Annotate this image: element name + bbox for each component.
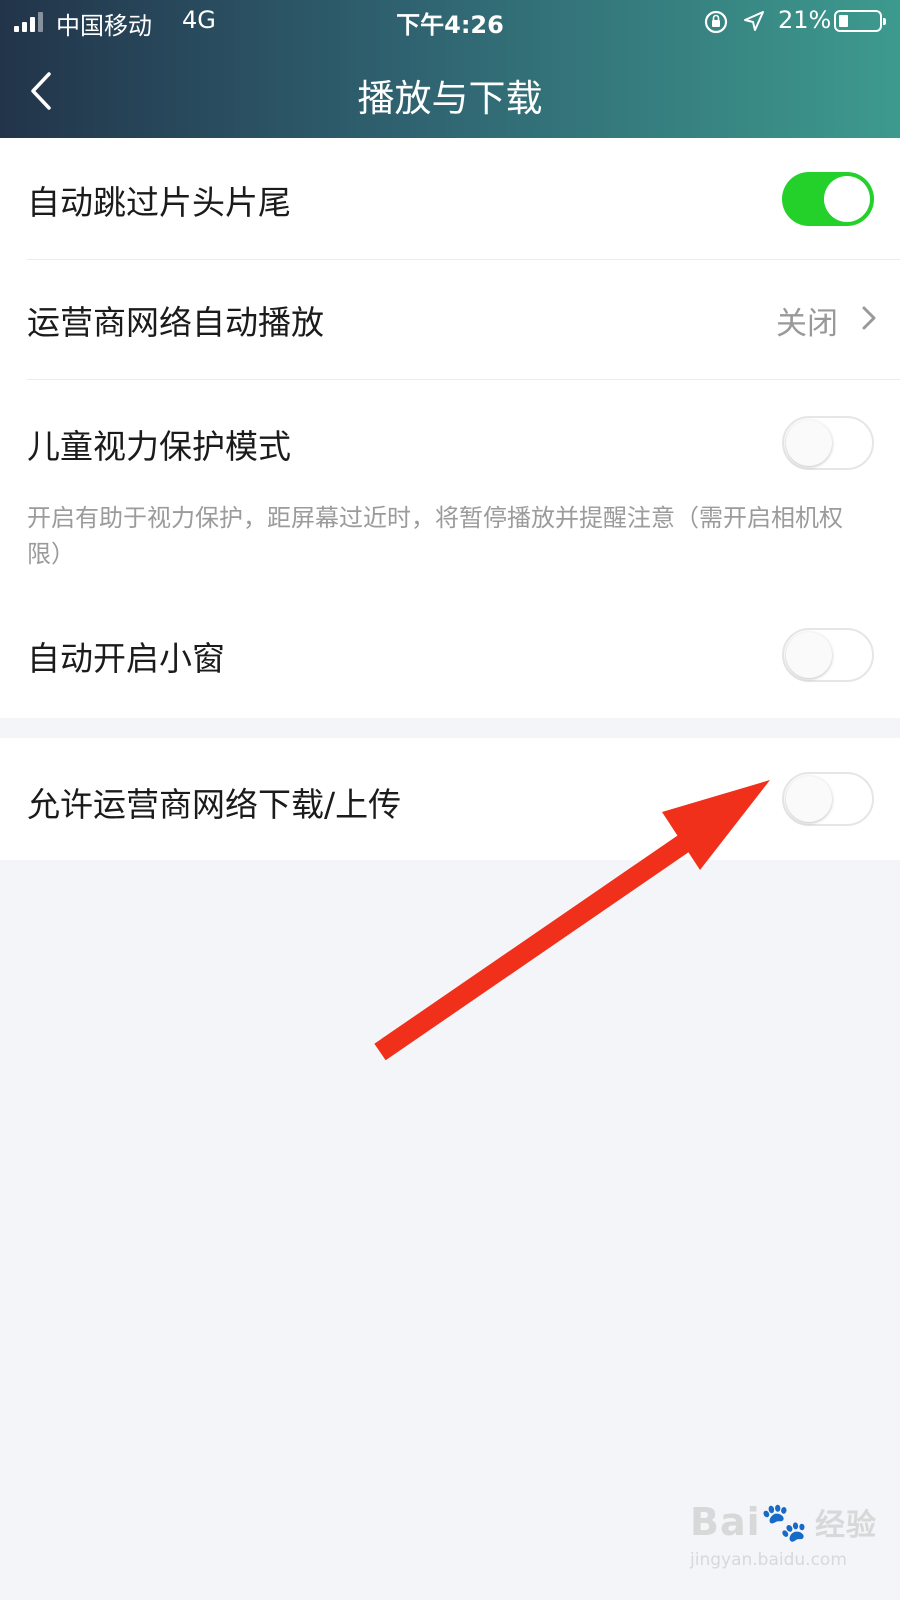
setting-label: 自动开启小窗 — [27, 639, 225, 678]
watermark-url: jingyan.baidu.com — [690, 1550, 847, 1570]
setting-label: 允许运营商网络下载/上传 — [27, 785, 402, 824]
paw-icon: 🐾 — [760, 1500, 809, 1544]
setting-hint: 开启有助于视力保护，距屏幕过近时，将暂停播放并提醒注意（需开启相机权限） — [27, 504, 843, 568]
setting-row-cellular-autoplay[interactable]: 运营商网络自动播放 关闭 — [0, 260, 900, 379]
download-settings-section: 允许运营商网络下载/上传 — [0, 738, 900, 860]
skip-intro-toggle[interactable] — [782, 172, 874, 226]
nav-bar: 播放与下载 — [0, 44, 900, 138]
setting-label: 运营商网络自动播放 — [27, 303, 324, 342]
chevron-right-icon — [862, 306, 876, 330]
cellular-download-toggle[interactable] — [782, 772, 874, 826]
playback-settings-section: 自动跳过片头片尾 运营商网络自动播放 关闭 儿童视力保护模式 开启有助于视力保护… — [0, 138, 900, 718]
setting-row-auto-pip[interactable]: 自动开启小窗 — [0, 580, 900, 718]
setting-row-cellular-download[interactable]: 允许运营商网络下载/上传 — [0, 738, 900, 860]
setting-value: 关闭 — [776, 306, 838, 342]
setting-row-child-eye-care[interactable]: 儿童视力保护模式 开启有助于视力保护，距屏幕过近时，将暂停播放并提醒注意（需开启… — [0, 380, 900, 580]
app-header: 中国移动 4G 下午4:26 21% 播放与下载 — [0, 0, 900, 138]
setting-label: 自动跳过片头片尾 — [27, 183, 291, 222]
location-arrow-icon — [744, 11, 764, 31]
battery-percent: 21% — [778, 6, 832, 34]
auto-pip-toggle[interactable] — [782, 628, 874, 682]
orientation-lock-icon — [704, 10, 728, 34]
setting-label: 儿童视力保护模式 — [27, 427, 291, 466]
setting-row-skip-intro[interactable]: 自动跳过片头片尾 — [0, 138, 900, 259]
battery-icon — [834, 10, 886, 32]
status-bar: 中国移动 4G 下午4:26 21% — [0, 0, 900, 44]
child-eye-care-toggle[interactable] — [782, 416, 874, 470]
watermark-logo: Bai🐾 经验 — [690, 1500, 877, 1544]
page-title: 播放与下载 — [357, 77, 543, 120]
baidu-jingyan-watermark: Bai🐾 经验 jingyan.baidu.com — [690, 1500, 890, 1590]
